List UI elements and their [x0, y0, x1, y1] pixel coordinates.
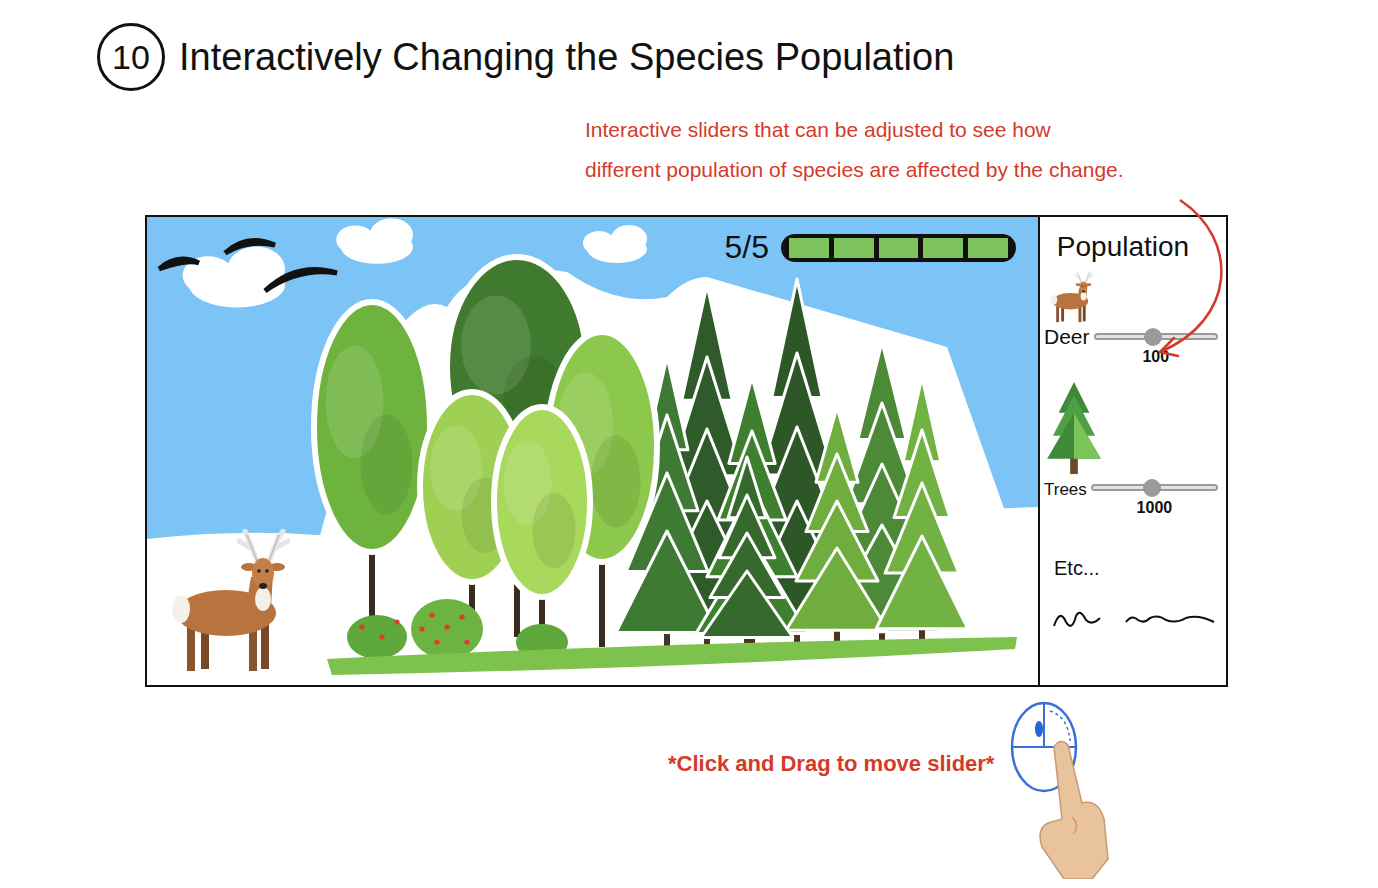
species-block: Trees 1000: [1044, 380, 1218, 517]
leafy-tree: [494, 407, 590, 647]
interaction-hint-row: *Click and Drag to move slider*: [0, 699, 1378, 879]
annotation-arrow-icon: [0, 0, 1378, 888]
panel-title: Population: [1044, 231, 1218, 263]
deer-figure: [172, 531, 288, 671]
population-slider[interactable]: [1091, 484, 1218, 491]
conifer-tree: [786, 407, 888, 647]
population-slider[interactable]: [1094, 333, 1218, 340]
mouse-hand-icon: [1002, 699, 1122, 879]
conifer-tree: [696, 377, 808, 652]
progress-segment: [834, 238, 874, 258]
conifer-tree: [876, 377, 968, 647]
storyboard-page: 10 Interactively Changing the Species Pop…: [0, 0, 1378, 888]
cloud: [183, 247, 285, 308]
placeholder-scribble-icon: [1050, 602, 1220, 632]
more-text: Etc...: [1054, 557, 1218, 580]
annotation-line: Interactive sliders that can be adjusted…: [585, 110, 1378, 150]
progress-segment: [789, 238, 829, 258]
conifer-tree: [701, 457, 793, 651]
slider-column: 100: [1094, 325, 1218, 366]
slider-reading: 100: [1142, 348, 1169, 366]
slider-row: Trees 1000: [1044, 476, 1218, 517]
deer-icon: [1044, 271, 1100, 325]
slider-knob[interactable]: [1143, 479, 1161, 497]
birds: [159, 241, 337, 292]
progress-bar: [781, 234, 1016, 262]
slider-row: Deer 100: [1044, 325, 1218, 366]
page-title: Interactively Changing the Species Popul…: [179, 36, 954, 79]
interaction-hint: *Click and Drag to move slider*: [668, 751, 994, 777]
progress-fill: [789, 238, 1008, 258]
progress-indicator: 5/5: [725, 229, 1016, 266]
species-block: Deer 100: [1044, 271, 1218, 366]
annotation-note: Interactive sliders that can be adjusted…: [585, 110, 1378, 190]
slider-column: 1000: [1091, 476, 1218, 517]
progress-segment: [923, 238, 963, 258]
slider-label: Trees: [1044, 476, 1087, 502]
progress-segment: [968, 238, 1008, 258]
grass-strip: [327, 637, 1017, 675]
population-panel: Population Deer 100 Trees 1000 Etc...: [1038, 217, 1226, 685]
slider-knob[interactable]: [1144, 328, 1162, 346]
slider-reading: 1000: [1137, 499, 1173, 517]
cloud: [583, 225, 647, 263]
game-scene: 5/5: [147, 217, 1038, 685]
game-frame: 5/5 Population Deer 100 Trees 1000 Etc...: [145, 215, 1228, 687]
forest-scene: [147, 217, 1038, 685]
progress-reading: 5/5: [725, 229, 769, 266]
step-number: 10: [97, 23, 165, 91]
tree-icon: [1044, 380, 1104, 476]
page-header: 10 Interactively Changing the Species Pop…: [0, 0, 1378, 92]
annotation-line: different population of species are affe…: [585, 150, 1378, 190]
progress-segment: [879, 238, 919, 258]
slider-label: Deer: [1044, 325, 1090, 349]
cloud: [336, 218, 413, 264]
leafy-tree: [314, 302, 430, 657]
